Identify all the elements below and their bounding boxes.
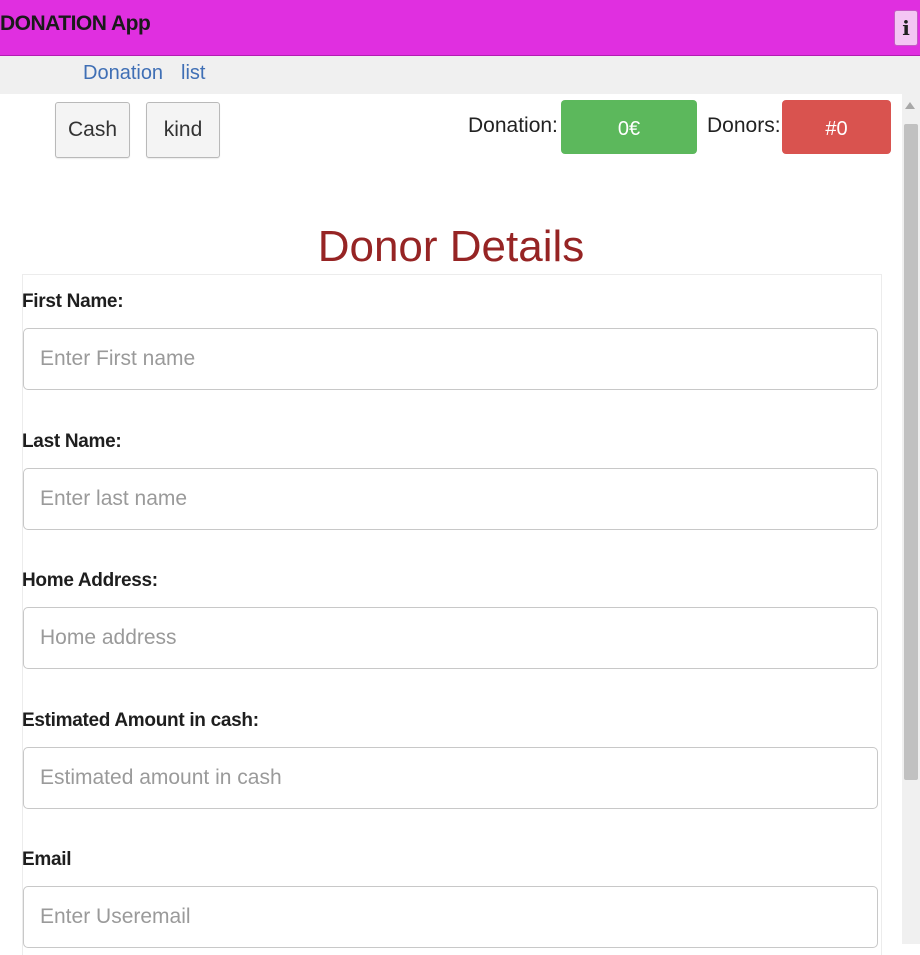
last-name-label: Last Name: xyxy=(22,431,122,452)
kind-button[interactable]: kind xyxy=(146,102,220,158)
vertical-scrollbar[interactable] xyxy=(902,94,920,944)
first-name-input[interactable] xyxy=(23,328,878,390)
scroll-thumb[interactable] xyxy=(904,124,918,780)
donors-label: Donors: xyxy=(707,114,781,137)
donation-label: Donation: xyxy=(468,114,558,137)
cash-button[interactable]: Cash xyxy=(55,102,130,158)
info-icon[interactable]: i xyxy=(894,10,918,46)
estimated-amount-input[interactable] xyxy=(23,747,878,809)
estimated-amount-label: Estimated Amount in cash: xyxy=(22,710,259,731)
nav-link-donation[interactable]: Donation xyxy=(83,62,163,85)
home-address-label: Home Address: xyxy=(22,570,158,591)
donation-total-badge: 0€ xyxy=(561,100,697,154)
home-address-input[interactable] xyxy=(23,607,878,669)
first-name-label: First Name: xyxy=(22,291,124,312)
app-titlebar: DONATION App i xyxy=(0,0,920,56)
page-title: Donor Details xyxy=(317,222,585,271)
nav-bar: Donation list xyxy=(0,56,920,94)
nav-link-list[interactable]: list xyxy=(181,62,205,85)
last-name-input[interactable] xyxy=(23,468,878,530)
donors-count-badge: #0 xyxy=(782,100,891,154)
app-title: DONATION App xyxy=(0,12,151,35)
email-input[interactable] xyxy=(23,886,878,948)
email-label: Email xyxy=(22,849,72,870)
main-content: Cash kind Donation: 0€ Donors: #0 Donor … xyxy=(0,94,902,955)
scroll-up-arrow-icon[interactable] xyxy=(905,102,915,109)
